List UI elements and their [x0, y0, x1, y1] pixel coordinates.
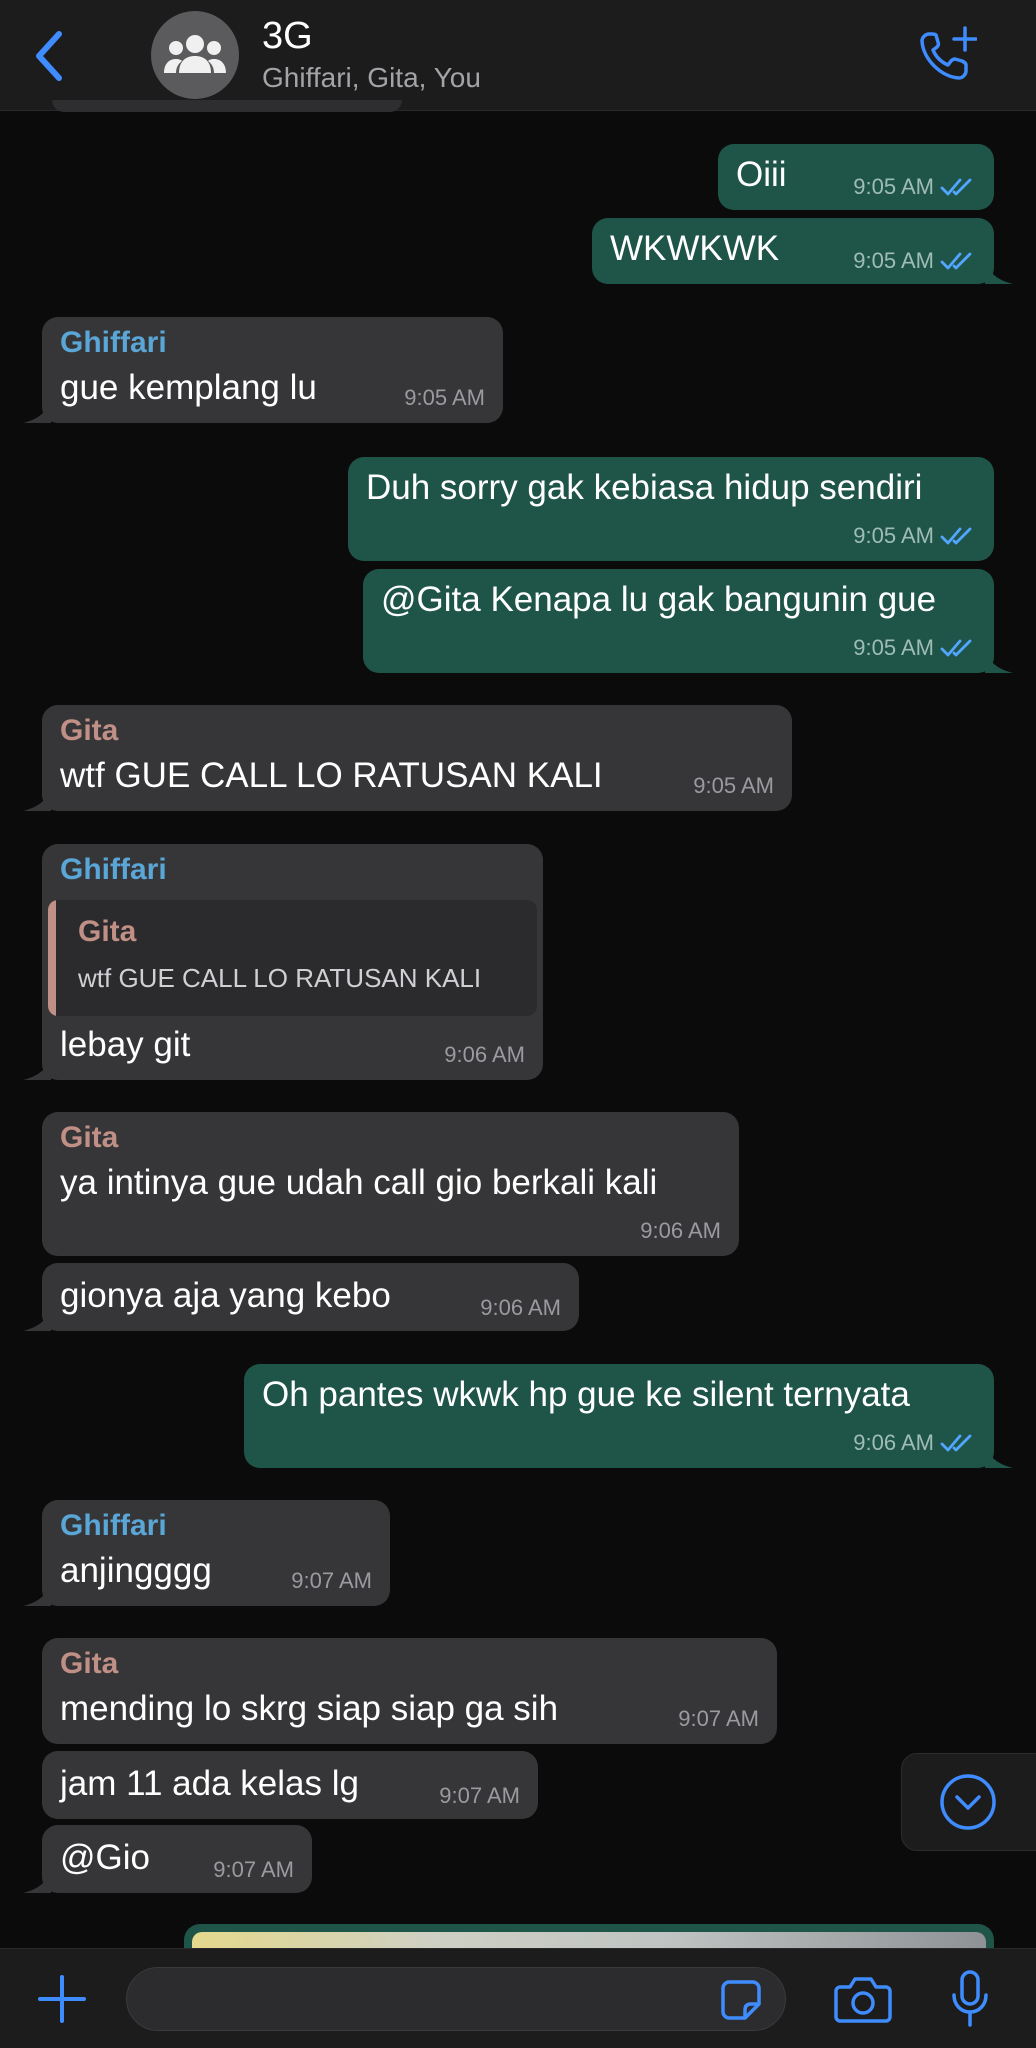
message-bubble-outgoing[interactable]: @Gita Kenapa lu gak bangunin gue 9:05 AM: [363, 569, 1013, 673]
sticker-icon: [721, 1980, 761, 2020]
message-text: gionya aja yang kebo: [60, 1276, 391, 1315]
chevron-left-icon: [36, 31, 62, 81]
message-bubble-outgoing[interactable]: Duh sorry gak kebiasa hidup sendiri 9:05…: [348, 457, 994, 561]
message-time: 9:06 AM: [853, 1430, 934, 1455]
message-time: 9:05 AM: [693, 773, 774, 798]
message-bubble-incoming[interactable]: Ghiffari anjingggg 9:07 AM: [23, 1500, 390, 1606]
sender-name[interactable]: Ghiffari: [60, 325, 167, 361]
camera-icon: [834, 1977, 892, 2023]
bubble-tail: [23, 1305, 51, 1331]
bubble-tail: [23, 397, 51, 423]
message-text: Duh sorry gak kebiasa hidup sendiri: [366, 468, 923, 507]
message-text: mending lo skrg siap siap ga sih: [60, 1689, 559, 1728]
message-bubble-outgoing[interactable]: Oiii 9:05 AM: [718, 144, 994, 210]
bubble-tail: [23, 1580, 51, 1606]
previous-message-stub: [52, 100, 402, 112]
message-text: Oh pantes wkwk hp gue ke silent ternyata: [262, 1375, 910, 1414]
read-receipt-icon: [940, 1434, 972, 1452]
sender-name[interactable]: Ghiffari: [60, 852, 167, 888]
message-text: ya intinya gue udah call gio berkali kal…: [60, 1163, 658, 1202]
message-text: @Gita Kenapa lu gak bangunin gue: [381, 580, 937, 619]
quote-accent-bar: [48, 900, 56, 1016]
group-icon: [164, 35, 226, 73]
message-time: 9:07 AM: [439, 1783, 520, 1808]
message-time: 9:06 AM: [480, 1295, 561, 1320]
message-text: wtf GUE CALL LO RATUSAN KALI: [60, 756, 603, 795]
sender-name[interactable]: Ghiffari: [60, 1508, 167, 1544]
camera-button[interactable]: [830, 1969, 896, 2029]
message-time: 9:05 AM: [853, 248, 934, 273]
group-avatar[interactable]: [151, 11, 239, 99]
message-time: 9:05 AM: [853, 523, 934, 548]
message-bubble-incoming[interactable]: Gita wtf GUE CALL LO RATUSAN KALI 9:05 A…: [23, 705, 792, 811]
message-bubble-incoming[interactable]: @Gio 9:07 AM: [23, 1825, 312, 1893]
message-bubble-outgoing[interactable]: Oh pantes wkwk hp gue ke silent ternyata…: [244, 1364, 1013, 1468]
plus-icon: [38, 1975, 86, 2023]
message-bubble-incoming[interactable]: Ghiffari gue kemplang lu 9:05 AM: [23, 317, 503, 423]
message-bubble-incoming[interactable]: jam 11 ada kelas lg 9:07 AM: [42, 1751, 538, 1819]
message-time: 9:07 AM: [291, 1568, 372, 1593]
chat-title[interactable]: 3G: [262, 14, 313, 58]
image-message-preview[interactable]: [184, 1924, 994, 1950]
quoted-message[interactable]: Gita wtf GUE CALL LO RATUSAN KALI: [48, 900, 537, 1016]
microphone-icon: [952, 1970, 988, 2027]
bubble-tail: [985, 1442, 1013, 1468]
message-text: jam 11 ada kelas lg: [60, 1764, 359, 1803]
sender-name[interactable]: Gita: [60, 1646, 118, 1682]
message-bubble-outgoing[interactable]: WKWKWK 9:05 AM: [592, 218, 1013, 284]
chat-members[interactable]: Ghiffari, Gita, You: [262, 61, 481, 95]
message-bubble-incoming[interactable]: Gita ya intinya gue udah call gio berkal…: [42, 1112, 739, 1256]
message-time: 9:06 AM: [444, 1042, 525, 1067]
read-receipt-icon: [940, 639, 972, 657]
read-receipt-icon: [940, 178, 972, 196]
message-text: anjingggg: [60, 1551, 212, 1590]
chevron-down-circle-icon: [940, 1774, 996, 1830]
message-text: WKWKWK: [610, 229, 780, 268]
read-receipt-icon: [940, 252, 972, 270]
message-bubble-incoming[interactable]: Ghiffari Gita wtf GUE CALL LO RATUSAN KA…: [23, 844, 543, 1080]
read-receipt-icon: [940, 527, 972, 545]
message-time: 9:07 AM: [213, 1857, 294, 1882]
quoted-text: wtf GUE CALL LO RATUSAN KALI: [78, 963, 482, 993]
bubble-tail: [985, 647, 1013, 673]
message-time: 9:07 AM: [678, 1706, 759, 1731]
message-time: 9:05 AM: [853, 174, 934, 199]
chat-header: 3G Ghiffari, Gita, You: [0, 0, 1036, 111]
message-time: 9:05 AM: [853, 635, 934, 660]
sender-name[interactable]: Gita: [60, 713, 118, 749]
message-input[interactable]: [126, 1967, 786, 2031]
message-bubble-incoming[interactable]: Gita mending lo skrg siap siap ga sih 9:…: [42, 1638, 777, 1744]
message-time: 9:05 AM: [404, 385, 485, 410]
add-call-icon: [920, 26, 977, 80]
bubble-tail: [23, 1867, 51, 1893]
message-input-bar: [0, 1948, 1036, 2048]
message-text: @Gio: [60, 1838, 150, 1877]
message-text: Oiii: [736, 155, 787, 194]
bubble-tail: [23, 1054, 51, 1080]
add-call-button[interactable]: [914, 22, 980, 88]
bubble-tail: [23, 785, 51, 811]
sticker-button[interactable]: [716, 1975, 766, 2025]
attach-button[interactable]: [30, 1967, 94, 2031]
bubble-tail: [985, 258, 1013, 284]
message-time: 9:06 AM: [640, 1218, 721, 1243]
message-text: gue kemplang lu: [60, 368, 317, 407]
quoted-sender: Gita: [78, 915, 137, 948]
sender-name[interactable]: Gita: [60, 1120, 118, 1156]
scroll-to-bottom-button[interactable]: [901, 1753, 1036, 1851]
message-text: lebay git: [60, 1025, 191, 1064]
microphone-button[interactable]: [940, 1965, 1000, 2033]
message-bubble-incoming[interactable]: gionya aja yang kebo 9:06 AM: [23, 1263, 579, 1331]
back-button[interactable]: [24, 24, 74, 88]
